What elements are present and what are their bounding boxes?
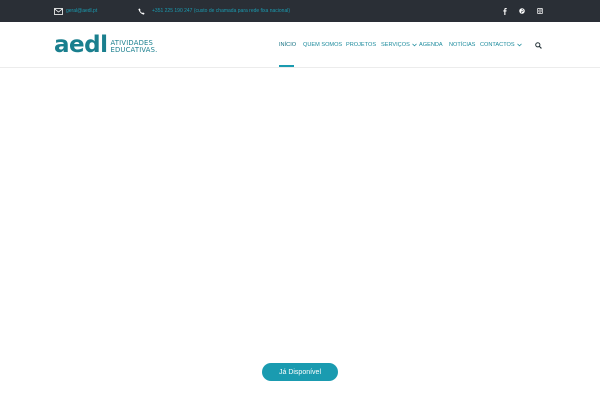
hero-section [0, 68, 600, 400]
nav-item-quem-somos[interactable]: QUEM SOMOS [303, 22, 342, 68]
nav-item-agenda[interactable]: AGENDA [419, 22, 443, 68]
nav-item-label: AGENDA [419, 42, 443, 48]
topbar-email-text[interactable]: geral@aedl.pt [66, 8, 97, 14]
top-bar: geral@aedl.pt +351 225 190 247 (custo de… [0, 0, 600, 22]
nav-item-label: PROJETOS [346, 42, 377, 48]
envelope-icon [53, 6, 63, 16]
nav-item-noticias[interactable]: NOTÍCIAS [449, 22, 475, 68]
topbar-phone[interactable]: +351 225 190 247 (custo de chamada para … [136, 0, 290, 22]
nav-item-projetos[interactable]: PROJETOS [346, 22, 376, 68]
chevron-down-icon [516, 43, 522, 47]
nav-item-servicos[interactable]: SERVIÇOS [381, 22, 417, 68]
instagram-icon[interactable] [534, 0, 546, 22]
topbar-phone-text[interactable]: +351 225 190 247 (custo de chamada para … [152, 8, 290, 14]
nav-item-label: CONTACTOS [480, 42, 515, 48]
chevron-down-icon [412, 43, 417, 47]
nav-item-inicio[interactable]: INÍCIO [279, 22, 296, 68]
phone-icon [136, 6, 146, 16]
nav-item-label: NOTÍCIAS [449, 42, 476, 48]
logo-tagline: ATIVIDADES EDUCATIVAS. [110, 40, 157, 55]
cta-button[interactable]: Já Disponível [262, 363, 338, 381]
logo-tagline-line2: EDUCATIVAS. [110, 46, 158, 54]
pinterest-icon[interactable] [516, 0, 528, 22]
topbar-email[interactable]: geral@aedl.pt [53, 0, 97, 22]
search-button[interactable] [533, 40, 543, 50]
nav-item-label: SERVIÇOS [381, 42, 410, 48]
site-logo[interactable]: aedl ATIVIDADES EDUCATIVAS. [54, 32, 158, 58]
nav-item-contactos[interactable]: CONTACTOS [480, 22, 522, 68]
facebook-icon[interactable] [499, 0, 511, 22]
active-nav-indicator [279, 65, 294, 67]
nav-item-label: QUEM SOMOS [303, 42, 343, 48]
search-icon [534, 36, 542, 54]
logo-mark: aedl [54, 32, 108, 58]
nav-item-label: INÍCIO [279, 42, 297, 48]
